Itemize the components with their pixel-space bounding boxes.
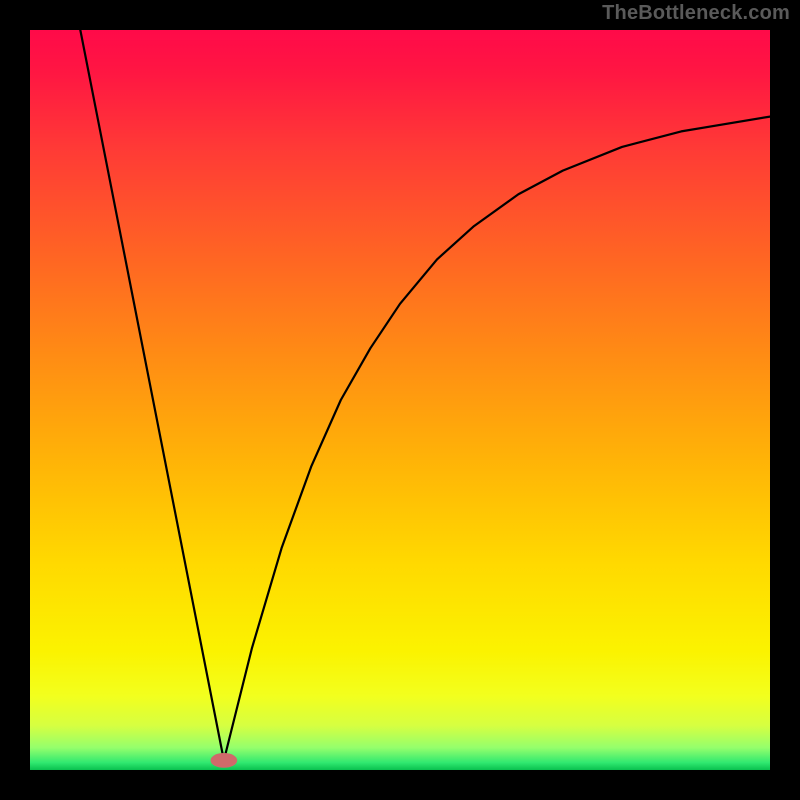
optimum-marker: [211, 753, 238, 768]
chart-frame: TheBottleneck.com: [0, 0, 800, 800]
bottleneck-curve: [80, 30, 770, 760]
plot-area: [30, 30, 770, 770]
curve-layer: [30, 30, 770, 770]
watermark-text: TheBottleneck.com: [602, 2, 790, 25]
